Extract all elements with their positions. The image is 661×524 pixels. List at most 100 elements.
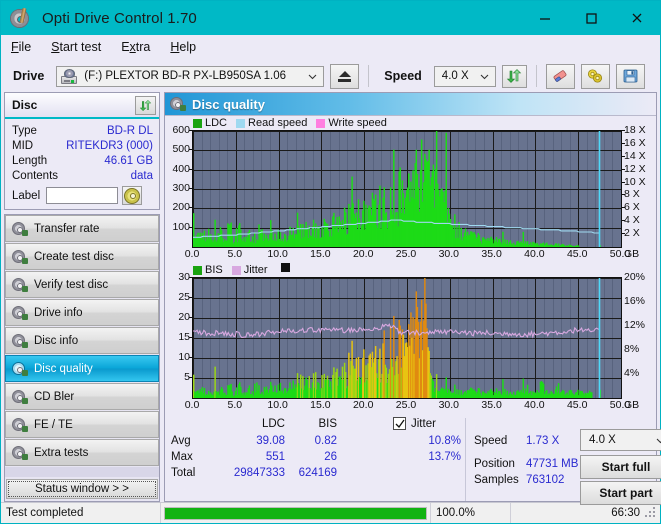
ldc-y-axis-left: 600 500 400 300 200 100	[165, 124, 192, 248]
status-window-button[interactable]: Status window > >	[6, 479, 158, 499]
disc-icon	[12, 221, 28, 236]
refresh-drive-button[interactable]	[501, 64, 527, 88]
save-button[interactable]	[615, 63, 645, 89]
jitter-checkbox[interactable]	[393, 417, 406, 430]
sidebar-item-cd-bler[interactable]: CD Bler	[5, 383, 159, 410]
elapsed-time: 66:30	[611, 507, 640, 519]
legend-entry-jitter: Jitter	[231, 264, 268, 276]
disc-icon	[12, 249, 28, 264]
disc-row-value: data	[130, 169, 153, 182]
position-label: Position	[474, 458, 515, 470]
y2-tick	[622, 130, 625, 131]
sidebar-item-drive-info[interactable]: Drive info	[5, 299, 159, 326]
stats-value-bis-avg: 0.82	[314, 435, 337, 447]
disc-quality-icon	[170, 97, 186, 111]
toolbar-divider-2	[535, 65, 537, 87]
start-part-label: Start part	[599, 486, 653, 500]
y2-tick-label: 6 X	[624, 201, 640, 214]
sidebar-item-label: Disc info	[34, 334, 79, 347]
measured-speed-label: Speed	[474, 435, 508, 447]
minimize-button[interactable]	[522, 1, 568, 35]
menu-item-file[interactable]: File	[11, 40, 31, 54]
y2-tick-label: 2 X	[624, 227, 640, 240]
disc-row-key: Length	[12, 154, 48, 167]
legend-label: Read speed	[248, 117, 308, 129]
legend-entry-read-speed: Read speed	[236, 117, 307, 129]
legend-label: LDC	[205, 117, 228, 129]
x-tick-label: 30.0	[438, 248, 460, 260]
app-icon	[9, 7, 35, 29]
menu-item-help[interactable]: Help	[170, 40, 196, 54]
y2-tick-label: 16%	[624, 295, 646, 307]
settings-button[interactable]	[580, 63, 610, 89]
disc-panel-title: Disc	[12, 98, 38, 112]
close-button[interactable]	[614, 1, 660, 35]
start-part-button[interactable]: Start part	[580, 481, 661, 505]
resize-grip-icon[interactable]	[645, 507, 657, 519]
y2-tick-label: 16 X	[624, 136, 646, 149]
x-axis-unit: GB	[624, 399, 640, 411]
legend-label: Write speed	[328, 117, 387, 129]
start-full-button[interactable]: Start full	[580, 455, 661, 479]
floppy-disk-icon	[623, 69, 638, 83]
ldc-y-axis-right: 18 X 16 X 14 X 12 X 10 X8 X6 X4 X2 X	[622, 124, 656, 248]
sidebar-item-extra-tests[interactable]: Extra tests	[5, 439, 159, 466]
stats-controls: Speed 1.73 X Position 47731 MB Samples 7…	[465, 418, 661, 505]
sidebar-item-label: Disc quality	[34, 362, 93, 375]
y-tick-label: 400	[172, 162, 190, 175]
ldc-plot-area	[192, 130, 622, 248]
ldc-chart-legend: LDC Read speed Write speed	[165, 116, 656, 130]
sidebar-item-label: Verify test disc	[34, 278, 109, 291]
y2-tick-label: 8 X	[624, 188, 640, 201]
y2-tick-label: 12%	[624, 319, 646, 331]
disc-label-row: Label	[12, 186, 153, 205]
erase-button[interactable]	[545, 63, 575, 89]
sidebar: Disc Type BD-R DL MID RITEKDR3 (000) Len…	[4, 92, 160, 502]
y-tick-label: 600	[172, 124, 190, 136]
x-tick-label: 30.0	[438, 399, 460, 411]
eject-button[interactable]	[330, 63, 360, 89]
sidebar-item-disc-info[interactable]: Disc info	[5, 327, 159, 354]
disc-icon	[12, 361, 28, 376]
disc-icon	[12, 389, 28, 404]
disc-icon	[12, 333, 28, 348]
disc-row-mid: MID RITEKDR3 (000)	[12, 138, 153, 153]
y2-tick	[622, 182, 625, 183]
maximize-button[interactable]	[568, 1, 614, 35]
x-tick-label: 45.0	[566, 248, 588, 260]
speed-select[interactable]: 4.0 X	[433, 65, 496, 87]
status-message: Test completed	[1, 503, 161, 523]
x-tick-label: 15.0	[310, 399, 331, 411]
test-speed-select[interactable]: 4.0 X	[580, 429, 661, 451]
drive-select[interactable]: (F:) PLEXTOR BD-R PX-LB950SA 1.06	[56, 65, 325, 87]
x-tick-label: 35.0	[481, 399, 502, 411]
disc-label-input[interactable]	[46, 187, 119, 204]
menu-item-start-test[interactable]: Start test	[51, 40, 101, 54]
y2-tick	[622, 143, 625, 144]
window-title: Opti Drive Control 1.70	[42, 9, 197, 27]
legend-label: BIS	[205, 264, 223, 276]
progress-fill	[165, 507, 426, 519]
optical-drive-icon	[61, 68, 78, 84]
disc-icon	[12, 305, 28, 320]
disc-panel: Disc Type BD-R DL MID RITEKDR3 (000) Len…	[4, 92, 160, 210]
bis-plot-area	[192, 277, 622, 399]
drive-select-value: (F:) PLEXTOR BD-R PX-LB950SA 1.06	[84, 70, 287, 82]
sidebar-item-verify-test-disc[interactable]: Verify test disc	[5, 271, 159, 298]
progress-bar	[164, 506, 427, 520]
sidebar-item-transfer-rate[interactable]: Transfer rate	[5, 215, 159, 242]
disc-row-key: Contents	[12, 169, 59, 182]
disc-row-value: 46.61 GB	[104, 154, 153, 167]
refresh-disc-button[interactable]	[135, 95, 156, 115]
x-tick-label: 25.0	[395, 399, 417, 411]
speed-label: Speed	[384, 69, 422, 83]
disc-label-apply-button[interactable]	[122, 186, 143, 205]
app-window: Opti Drive Control 1.70 File Start test …	[0, 0, 661, 524]
y2-tick-label: 4%	[624, 367, 640, 379]
menu-item-extra[interactable]: Extra	[121, 40, 150, 54]
sidebar-item-disc-quality[interactable]: Disc quality	[5, 355, 159, 382]
sidebar-item-create-test-disc[interactable]: Create test disc	[5, 243, 159, 270]
eraser-icon	[553, 70, 567, 82]
sidebar-item-fe-te[interactable]: FE / TE	[5, 411, 159, 438]
stats-value-jitter-max: 13.7%	[428, 451, 461, 463]
